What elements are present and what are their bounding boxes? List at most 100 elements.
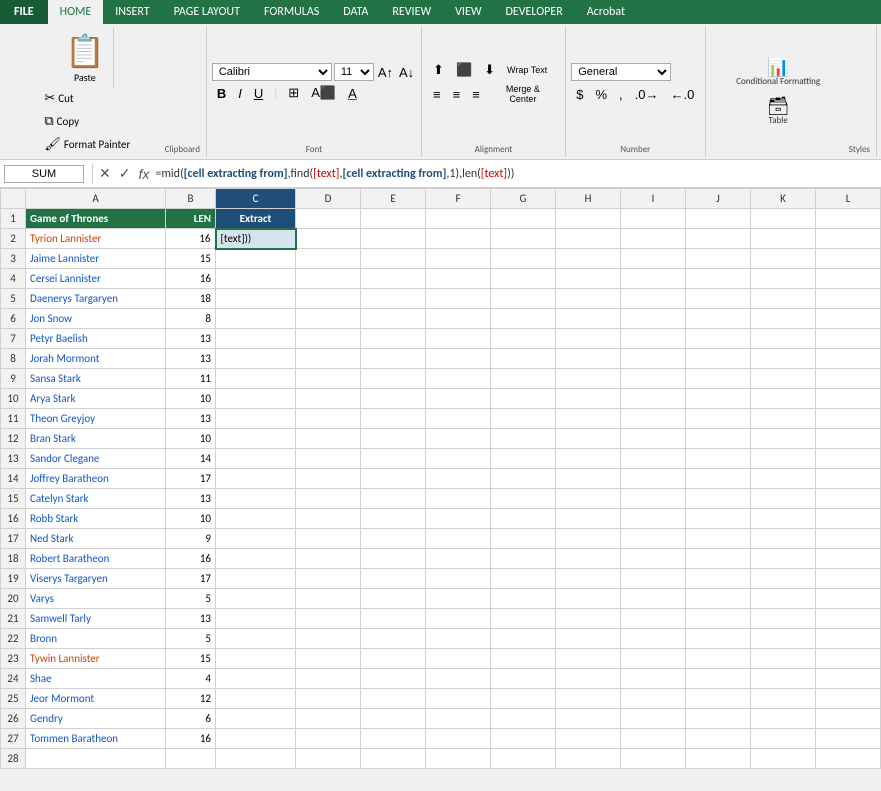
cell-c14[interactable]	[216, 469, 296, 489]
cell-h20[interactable]	[556, 589, 621, 609]
cell-a23[interactable]: Tywin Lannister	[26, 649, 166, 669]
cell-g16[interactable]	[491, 509, 556, 529]
cell-l15[interactable]	[816, 489, 881, 509]
cell-b5[interactable]: 18	[166, 289, 216, 309]
cell-e3[interactable]	[361, 249, 426, 269]
col-header-g[interactable]: G	[491, 189, 556, 209]
cell-l7[interactable]	[816, 329, 881, 349]
cell-j24[interactable]	[686, 669, 751, 689]
cell-e19[interactable]	[361, 569, 426, 589]
cell-l28[interactable]	[816, 749, 881, 769]
cell-l1[interactable]	[816, 209, 881, 229]
cell-j2[interactable]	[686, 229, 751, 249]
cell-g10[interactable]	[491, 389, 556, 409]
cell-c11[interactable]	[216, 409, 296, 429]
cell-c5[interactable]	[216, 289, 296, 309]
col-header-f[interactable]: F	[426, 189, 491, 209]
cell-f2[interactable]	[426, 229, 491, 249]
cell-d8[interactable]	[296, 349, 361, 369]
cell-a22[interactable]: Bronn	[26, 629, 166, 649]
cell-l3[interactable]	[816, 249, 881, 269]
cell-d28[interactable]	[296, 749, 361, 769]
cell-f3[interactable]	[426, 249, 491, 269]
cell-l19[interactable]	[816, 569, 881, 589]
cell-j13[interactable]	[686, 449, 751, 469]
cell-d11[interactable]	[296, 409, 361, 429]
cell-d9[interactable]	[296, 369, 361, 389]
decrease-font-button[interactable]: A↓	[397, 65, 416, 80]
cell-h25[interactable]	[556, 689, 621, 709]
col-header-a[interactable]: A	[26, 189, 166, 209]
cell-k18[interactable]	[751, 549, 816, 569]
cell-j7[interactable]	[686, 329, 751, 349]
cell-i11[interactable]	[621, 409, 686, 429]
cell-b26[interactable]: 6	[166, 709, 216, 729]
cell-h14[interactable]	[556, 469, 621, 489]
align-top-button[interactable]: ⬆	[428, 60, 449, 80]
cell-g1[interactable]	[491, 209, 556, 229]
cell-f21[interactable]	[426, 609, 491, 629]
cell-b12[interactable]: 10	[166, 429, 216, 449]
cell-d16[interactable]	[296, 509, 361, 529]
cell-a28[interactable]	[26, 749, 166, 769]
cell-k1[interactable]	[751, 209, 816, 229]
col-header-b[interactable]: B	[166, 189, 216, 209]
cell-c28[interactable]	[216, 749, 296, 769]
cell-k8[interactable]	[751, 349, 816, 369]
comma-button[interactable]: ,	[614, 85, 628, 104]
cell-k7[interactable]	[751, 329, 816, 349]
align-bottom-button[interactable]: ⬇	[479, 60, 500, 80]
cell-d24[interactable]	[296, 669, 361, 689]
col-header-d[interactable]: D	[296, 189, 361, 209]
cell-c10[interactable]	[216, 389, 296, 409]
cell-h27[interactable]	[556, 729, 621, 749]
cell-h2[interactable]	[556, 229, 621, 249]
cell-j4[interactable]	[686, 269, 751, 289]
cell-b27[interactable]: 16	[166, 729, 216, 749]
cell-i13[interactable]	[621, 449, 686, 469]
cell-b10[interactable]: 10	[166, 389, 216, 409]
cell-f18[interactable]	[426, 549, 491, 569]
cell-b18[interactable]: 16	[166, 549, 216, 569]
cell-j9[interactable]	[686, 369, 751, 389]
underline-button[interactable]: U	[249, 84, 268, 103]
cell-h21[interactable]	[556, 609, 621, 629]
cell-e6[interactable]	[361, 309, 426, 329]
cell-h23[interactable]	[556, 649, 621, 669]
cell-b14[interactable]: 17	[166, 469, 216, 489]
cell-f7[interactable]	[426, 329, 491, 349]
cell-h26[interactable]	[556, 709, 621, 729]
cell-h3[interactable]	[556, 249, 621, 269]
cell-i15[interactable]	[621, 489, 686, 509]
cell-i2[interactable]	[621, 229, 686, 249]
cell-k13[interactable]	[751, 449, 816, 469]
cell-b21[interactable]: 13	[166, 609, 216, 629]
cell-k27[interactable]	[751, 729, 816, 749]
cell-a20[interactable]: Varys	[26, 589, 166, 609]
cell-h4[interactable]	[556, 269, 621, 289]
cell-a21[interactable]: Samwell Tarly	[26, 609, 166, 629]
cell-l11[interactable]	[816, 409, 881, 429]
cell-i24[interactable]	[621, 669, 686, 689]
cell-f10[interactable]	[426, 389, 491, 409]
cell-k23[interactable]	[751, 649, 816, 669]
cell-f6[interactable]	[426, 309, 491, 329]
merge-center-button[interactable]: Merge & Center	[487, 82, 559, 106]
cell-g27[interactable]	[491, 729, 556, 749]
cell-f5[interactable]	[426, 289, 491, 309]
cell-f4[interactable]	[426, 269, 491, 289]
cell-g11[interactable]	[491, 409, 556, 429]
cell-c2[interactable]: [text]))	[216, 229, 296, 249]
cell-a7[interactable]: Petyr Baelish	[26, 329, 166, 349]
cell-j3[interactable]	[686, 249, 751, 269]
cell-c20[interactable]	[216, 589, 296, 609]
cell-b28[interactable]	[166, 749, 216, 769]
format-painter-button[interactable]: 🖌 Format Painter	[39, 134, 135, 155]
cell-j8[interactable]	[686, 349, 751, 369]
cell-a11[interactable]: Theon Greyjoy	[26, 409, 166, 429]
cell-a18[interactable]: Robert Baratheon	[26, 549, 166, 569]
font-size-select[interactable]: 11	[334, 63, 374, 81]
percent-button[interactable]: %	[590, 85, 612, 104]
cell-l25[interactable]	[816, 689, 881, 709]
cell-e11[interactable]	[361, 409, 426, 429]
